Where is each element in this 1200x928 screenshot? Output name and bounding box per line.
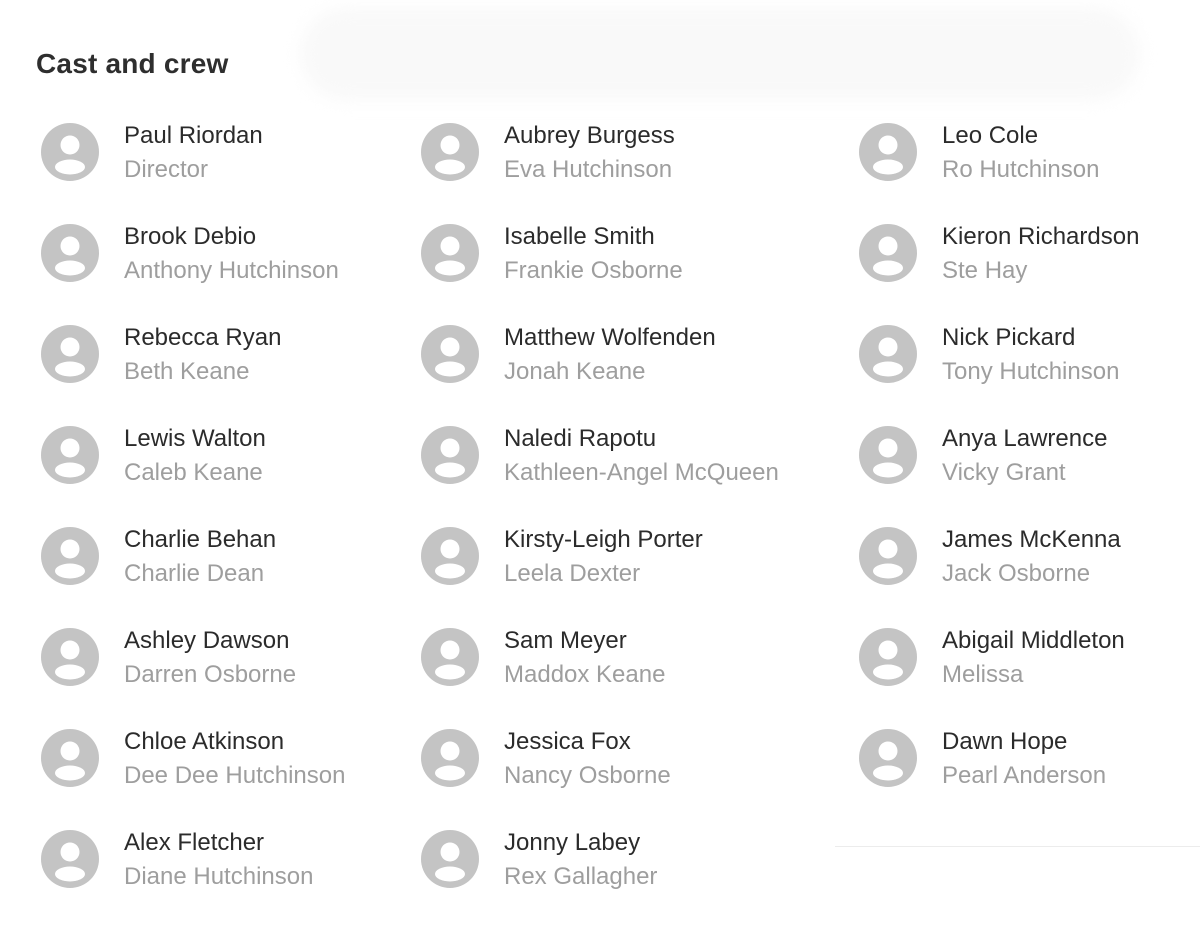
person-placeholder-icon — [859, 123, 917, 181]
cast-member-name: Naledi Rapotu — [504, 425, 657, 452]
avatar-placeholder-icon — [858, 425, 918, 485]
cast-member-name: Aubrey Burgess — [504, 122, 675, 149]
background-blur — [300, 8, 1140, 100]
cast-member-name: Alex Fletcher — [124, 829, 265, 856]
cast-member-role: Beth Keane — [124, 358, 250, 385]
avatar-placeholder-icon — [858, 526, 918, 586]
section-title: Cast and crew — [36, 48, 229, 79]
cast-member-name: Paul Riordan — [124, 122, 263, 149]
cast-member-role: Leela Dexter — [504, 560, 641, 587]
person-placeholder-icon — [421, 325, 479, 383]
cast-member-name: James McKenna — [942, 526, 1121, 553]
avatar-placeholder-icon — [40, 122, 100, 182]
cast-member-name: Rebecca Ryan — [124, 324, 282, 351]
cast-member-role: Director — [124, 156, 209, 183]
person-placeholder-icon — [41, 123, 99, 181]
cast-member-role: Frankie Osborne — [504, 257, 683, 284]
cast-member-name: Dawn Hope — [942, 728, 1068, 755]
avatar-placeholder-icon — [40, 324, 100, 384]
cast-member-name: Brook Debio — [124, 223, 257, 250]
cast-member-name: Sam Meyer — [504, 627, 627, 654]
cast-member-role: Nancy Osborne — [504, 762, 671, 789]
cast-member-name: Nick Pickard — [942, 324, 1076, 351]
avatar-placeholder-icon — [40, 728, 100, 788]
person-placeholder-icon — [859, 325, 917, 383]
cast-member-role: Darren Osborne — [124, 661, 297, 688]
cast-member-role: Ste Hay — [942, 257, 1028, 284]
divider — [835, 846, 1200, 847]
cast-member-role: Eva Hutchinson — [504, 156, 673, 183]
person-placeholder-icon — [41, 426, 99, 484]
cast-member-name: Jonny Labey — [504, 829, 641, 856]
avatar-placeholder-icon — [40, 829, 100, 889]
cast-member-role: Charlie Dean — [124, 560, 265, 587]
person-placeholder-icon — [41, 224, 99, 282]
avatar-placeholder-icon — [858, 122, 918, 182]
cast-member-name: Kirsty-Leigh Porter — [504, 526, 703, 553]
cast-member-name: Leo Cole — [942, 122, 1039, 149]
person-placeholder-icon — [421, 123, 479, 181]
cast-member-name: Ashley Dawson — [124, 627, 290, 654]
cast-member-role: Melissa — [942, 661, 1024, 688]
cast-member-role: Pearl Anderson — [942, 762, 1107, 789]
person-placeholder-icon — [41, 325, 99, 383]
person-placeholder-icon — [421, 729, 479, 787]
cast-member-role: Tony Hutchinson — [942, 358, 1120, 385]
person-placeholder-icon — [421, 426, 479, 484]
cast-member-name: Matthew Wolfenden — [504, 324, 716, 351]
avatar-placeholder-icon — [420, 223, 480, 283]
person-placeholder-icon — [41, 628, 99, 686]
cast-member-name: Lewis Walton — [124, 425, 266, 452]
person-placeholder-icon — [859, 729, 917, 787]
person-placeholder-icon — [421, 830, 479, 888]
avatar-placeholder-icon — [420, 829, 480, 889]
person-placeholder-icon — [41, 729, 99, 787]
person-placeholder-icon — [421, 224, 479, 282]
cast-member-role: Vicky Grant — [942, 459, 1066, 486]
cast-member-role: Jonah Keane — [504, 358, 646, 385]
cast-member-name: Abigail Middleton — [942, 627, 1125, 654]
person-placeholder-icon — [859, 224, 917, 282]
avatar-placeholder-icon — [420, 627, 480, 687]
cast-member-role: Diane Hutchinson — [124, 863, 314, 890]
cast-member-role: Rex Gallagher — [504, 863, 658, 890]
avatar-placeholder-icon — [40, 425, 100, 485]
cast-member-name: Chloe Atkinson — [124, 728, 285, 755]
avatar-placeholder-icon — [40, 526, 100, 586]
avatar-placeholder-icon — [40, 223, 100, 283]
avatar-placeholder-icon — [420, 526, 480, 586]
cast-member-role: Maddox Keane — [504, 661, 666, 688]
avatar-placeholder-icon — [420, 425, 480, 485]
avatar-placeholder-icon — [420, 728, 480, 788]
avatar-placeholder-icon — [858, 728, 918, 788]
avatar-placeholder-icon — [858, 223, 918, 283]
avatar-placeholder-icon — [420, 122, 480, 182]
person-placeholder-icon — [421, 628, 479, 686]
person-placeholder-icon — [859, 527, 917, 585]
cast-member-role: Jack Osborne — [942, 560, 1091, 587]
person-placeholder-icon — [421, 527, 479, 585]
cast-member-role: Caleb Keane — [124, 459, 263, 486]
avatar-placeholder-icon — [40, 627, 100, 687]
person-placeholder-icon — [41, 830, 99, 888]
avatar-placeholder-icon — [858, 627, 918, 687]
person-placeholder-icon — [859, 628, 917, 686]
person-placeholder-icon — [859, 426, 917, 484]
cast-member-role: Dee Dee Hutchinson — [124, 762, 346, 789]
cast-member-name: Isabelle Smith — [504, 223, 655, 250]
avatar-placeholder-icon — [420, 324, 480, 384]
cast-member-role: Anthony Hutchinson — [124, 257, 339, 284]
cast-member-name: Kieron Richardson — [942, 223, 1140, 250]
cast-member-name: Charlie Behan — [124, 526, 277, 553]
person-placeholder-icon — [41, 527, 99, 585]
cast-member-name: Anya Lawrence — [942, 425, 1108, 452]
cast-member-role: Kathleen-Angel McQueen — [504, 459, 779, 486]
cast-member-role: Ro Hutchinson — [942, 156, 1100, 183]
avatar-placeholder-icon — [858, 324, 918, 384]
cast-member-name: Jessica Fox — [504, 728, 631, 755]
